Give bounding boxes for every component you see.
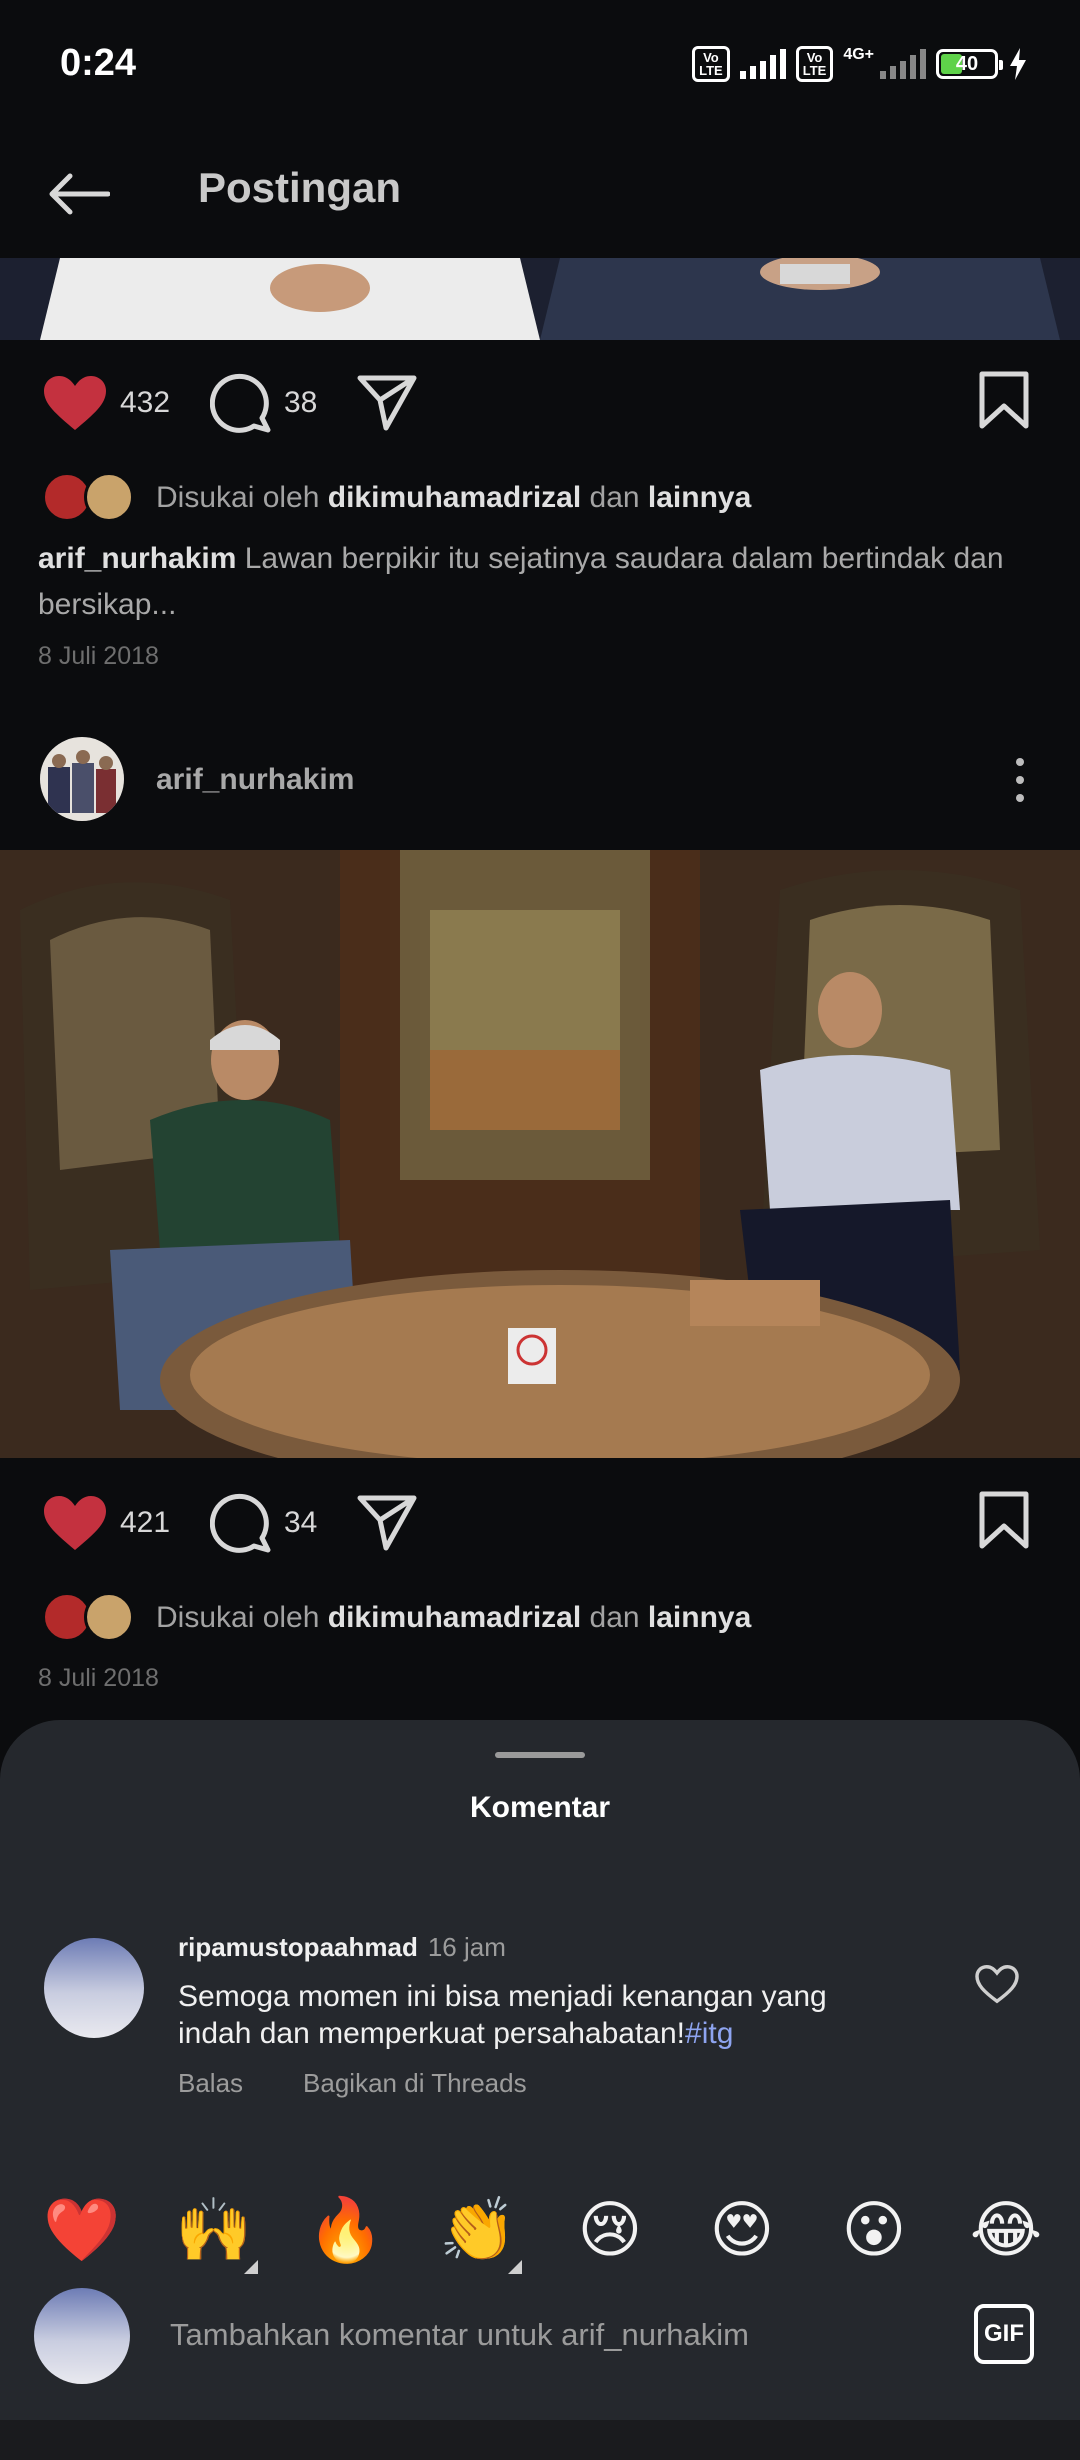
emoji-surprised-face[interactable]: 😮 (826, 2182, 922, 2278)
send-icon (357, 1495, 417, 1551)
comment-hashtag[interactable]: #itg (685, 2017, 733, 2050)
share-button[interactable] (354, 370, 420, 436)
comment-input[interactable]: Tambahkan komentar untuk arif_nurhakim (170, 2312, 749, 2358)
volte-icon-2: Vo LTE (795, 46, 834, 82)
heart-outline-icon (975, 1965, 1019, 2004)
emoji-red-heart[interactable]: ❤️ (34, 2182, 130, 2278)
skin-tone-indicator (508, 2260, 522, 2274)
post-date: 8 Juli 2018 (38, 642, 159, 670)
dot (1016, 758, 1024, 766)
save-button[interactable] (976, 1488, 1032, 1552)
liked-by-user[interactable]: dikimuhamadrizal (328, 1601, 581, 1634)
battery-icon: 40 (936, 49, 1003, 79)
comment-button[interactable] (208, 1490, 274, 1556)
bookmark-icon (979, 1491, 1029, 1549)
sheet-drag-handle[interactable] (495, 1752, 585, 1758)
comment-count[interactable]: 38 (284, 383, 317, 423)
like-button[interactable] (40, 1492, 110, 1554)
screen: 0:24 Vo LTE Vo LTE 4G+ 40 Postingan 432 … (0, 0, 1080, 2460)
emoji-crying-face[interactable]: 😢 (562, 2182, 658, 2278)
network-type: 4G+ (843, 46, 874, 63)
volte-icon: Vo LTE (692, 46, 730, 82)
save-button[interactable] (976, 368, 1032, 432)
reply-button[interactable]: Balas (178, 2068, 243, 2098)
avatar[interactable] (44, 1938, 144, 2038)
liker-avatars (42, 472, 142, 524)
liked-by-text[interactable]: Disukai oleh dikimuhamadrizal dan lainny… (156, 478, 751, 518)
post-caption[interactable]: arif_nurhakim Lawan berpikir itu sejatin… (38, 536, 1048, 628)
comment-icon (210, 1493, 271, 1553)
dot (1016, 776, 1024, 784)
comments-sheet: Komentar ripamustopaahmad 16 jam Semoga m… (0, 1720, 1080, 2460)
status-icons: Vo LTE Vo LTE 4G+ 40 (692, 46, 1028, 82)
gif-button[interactable]: GIF (974, 2304, 1034, 2364)
share-threads-button[interactable]: Bagikan di Threads (303, 2068, 527, 2098)
page-title: Postingan (198, 164, 402, 211)
like-count[interactable]: 432 (120, 383, 170, 423)
liked-by-text[interactable]: Disukai oleh dikimuhamadrizal dan lainny… (156, 1598, 751, 1638)
signal-icon (739, 49, 786, 79)
post-image[interactable] (0, 254, 1080, 340)
comment-time: 16 jam (427, 1932, 506, 1962)
profile-photo (40, 737, 124, 821)
emoji-glyph: 👏 (439, 2193, 517, 2266)
battery-level: 40 (955, 52, 979, 75)
dot (1016, 794, 1024, 802)
system-nav-bar (0, 2420, 1080, 2460)
emoji-heart-eyes[interactable]: 😍 (694, 2182, 790, 2278)
emoji-clapping-hands[interactable]: 👏 (430, 2182, 526, 2278)
like-count[interactable]: 421 (120, 1503, 170, 1543)
signal-icon-2 (880, 49, 926, 79)
post-image[interactable] (0, 850, 1080, 1458)
comment-button[interactable] (208, 370, 274, 436)
post-username[interactable]: arif_nurhakim (156, 760, 354, 800)
liker-avatars (42, 1592, 142, 1644)
sheet-title: Komentar (469, 1791, 611, 1824)
comment-actions: Balas Bagikan di Threads (178, 2066, 587, 2100)
quick-reactions: ❤️ 🙌 🔥 👏 😢 😍 😮 😂 (34, 2182, 1054, 2278)
caption-username[interactable]: arif_nurhakim (38, 542, 236, 575)
comment-username[interactable]: ripamustopaahmad (178, 1932, 418, 1962)
more-options-button[interactable] (1000, 752, 1040, 808)
liked-by-prefix: Disukai oleh (156, 481, 328, 514)
liked-by-mid: dan (581, 481, 648, 514)
comment-like-button[interactable] (974, 1964, 1030, 2014)
send-icon (357, 375, 417, 431)
avatar (84, 1592, 134, 1642)
avatar[interactable] (40, 737, 124, 821)
share-button[interactable] (354, 1490, 420, 1556)
liked-by-others[interactable]: lainnya (648, 481, 751, 514)
heart-filled-icon (44, 1496, 106, 1550)
app-header: Postingan (0, 128, 1080, 258)
charging-icon (1010, 48, 1026, 80)
emoji-tears-of-joy[interactable]: 😂 (958, 2182, 1054, 2278)
back-button[interactable] (38, 154, 118, 234)
comment-icon (210, 373, 271, 433)
like-button[interactable] (40, 372, 110, 434)
heart-filled-icon (44, 376, 106, 430)
post-photo (0, 850, 1080, 1458)
arrow-left-icon (49, 173, 110, 215)
emoji-glyph: 🙌 (175, 2193, 253, 2266)
liked-by-others[interactable]: lainnya (648, 1601, 751, 1634)
comment-header: ripamustopaahmad 16 jam (178, 1930, 506, 1964)
emoji-fire[interactable]: 🔥 (298, 2182, 394, 2278)
post-date: 8 Juli 2018 (38, 1664, 159, 1692)
bookmark-icon (979, 371, 1029, 429)
comment-count[interactable]: 34 (284, 1503, 317, 1543)
post-photo (0, 254, 1080, 340)
liked-by-user[interactable]: dikimuhamadrizal (328, 481, 581, 514)
emoji-raising-hands[interactable]: 🙌 (166, 2182, 262, 2278)
comment-text: Semoga momen ini bisa menjadi kenangan y… (178, 1978, 898, 2052)
avatar (84, 472, 134, 522)
liked-by-mid: dan (581, 1601, 648, 1634)
liked-by-prefix: Disukai oleh (156, 1601, 328, 1634)
status-time: 0:24 (60, 42, 137, 84)
status-bar: 0:24 Vo LTE Vo LTE 4G+ 40 (0, 0, 1080, 128)
avatar (34, 2288, 130, 2384)
skin-tone-indicator (244, 2260, 258, 2274)
